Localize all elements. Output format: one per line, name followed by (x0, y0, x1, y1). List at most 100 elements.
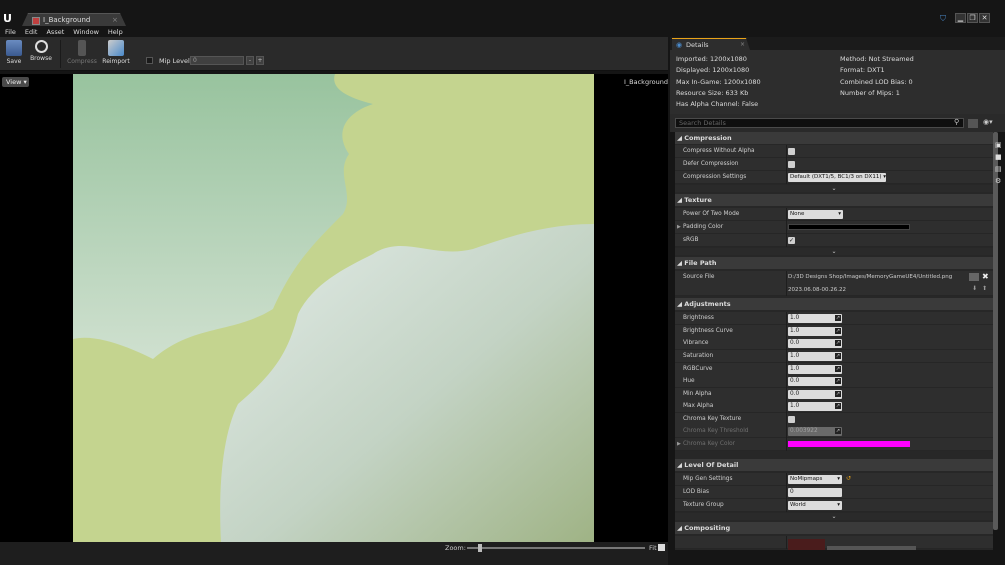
row-chroma-key-color: ▶ Chroma Key Color (675, 438, 993, 451)
video-icon[interactable]: ■ (995, 153, 1003, 161)
category-texture-label: Texture (684, 196, 712, 204)
menu-edit[interactable]: Edit (25, 28, 38, 36)
minimize-button[interactable]: ▁ (955, 13, 966, 23)
download-icon[interactable]: ⬇ (972, 285, 977, 292)
category-file-path[interactable]: ◢ File Path (675, 257, 993, 269)
property-name: Source File (683, 274, 715, 280)
eye-view-options-icon[interactable]: ◉▾ (983, 118, 993, 126)
mip-decrease-button[interactable]: - (246, 56, 254, 65)
save-button[interactable]: Save (1, 39, 27, 69)
search-details-input[interactable]: Search Details (675, 118, 964, 128)
clear-path-icon[interactable]: ✖ (982, 272, 989, 281)
vibrance-input[interactable]: 0.0 ↗ (788, 339, 842, 348)
category-lod[interactable]: ◢ Level Of Detail (675, 459, 993, 471)
category-compositing[interactable]: ◢ Compositing (675, 522, 993, 534)
zoom-slider-handle[interactable] (478, 544, 482, 552)
reset-icon[interactable]: ↗ (835, 315, 841, 321)
close-window-button[interactable]: ✕ (979, 13, 990, 23)
mip-increase-button[interactable]: + (256, 56, 264, 65)
brightness-input[interactable]: 1.0 ↗ (788, 314, 842, 323)
chroma-key-color-swatch[interactable] (788, 441, 910, 447)
reset-icon[interactable]: ↗ (835, 353, 841, 359)
reset-icon[interactable]: ↗ (835, 366, 841, 372)
folder-icon[interactable]: ▤ (995, 165, 1003, 173)
texture-name-label: I_Background (624, 78, 668, 86)
category-texture[interactable]: ◢ Texture (675, 194, 993, 206)
chroma-threshold-input[interactable]: 0.003922 ↗ (788, 427, 842, 436)
reset-icon[interactable]: ↗ (835, 391, 841, 397)
reset-icon[interactable]: ↗ (835, 428, 841, 434)
mip-gen-value: NoMipmaps (790, 476, 823, 482)
reset-icon[interactable]: ↗ (835, 340, 841, 346)
saturation-input[interactable]: 1.0 ↗ (788, 352, 842, 361)
expand-advanced-icon[interactable]: ⌄ (675, 185, 993, 192)
view-menu-button[interactable]: View ▾ (2, 77, 29, 87)
padding-color-swatch[interactable] (788, 224, 910, 230)
lod-bias-input[interactable]: 0 (788, 488, 842, 497)
defer-compression-checkbox[interactable] (788, 161, 795, 168)
mip-level-input[interactable]: 0 (190, 56, 244, 65)
row-mip-gen-settings: Mip Gen Settings NoMipmaps ▾ ↺ (675, 473, 993, 486)
composite-texture-thumbnail[interactable] (788, 539, 825, 550)
row-compositing-texture (675, 536, 993, 550)
close-tab-icon[interactable]: × (112, 16, 118, 24)
asset-tab[interactable]: I_Background × (22, 13, 126, 26)
mip-level-checkbox[interactable] (146, 57, 153, 64)
compress-without-alpha-checkbox[interactable] (788, 148, 795, 155)
property-name: Saturation (683, 353, 714, 359)
reset-icon[interactable]: ↗ (835, 378, 841, 384)
hue-input[interactable]: 0.0 ↗ (788, 377, 842, 386)
unreal-logo-icon[interactable]: U (3, 13, 13, 24)
max-alpha-input[interactable]: 1.0 ↗ (788, 402, 842, 411)
details-properties: ◢ Compression Compress Without Alpha Def… (675, 132, 993, 550)
property-matrix-icon[interactable] (968, 119, 978, 128)
reset-icon[interactable]: ↗ (835, 328, 841, 334)
reimport-button[interactable]: Reimport (102, 39, 130, 69)
chroma-key-texture-checkbox[interactable] (788, 416, 795, 423)
details-scrollbar[interactable] (993, 132, 998, 530)
expand-arrow-icon[interactable]: ▶ (677, 441, 681, 447)
menu-asset[interactable]: Asset (46, 28, 64, 36)
texture-group-dropdown[interactable]: World ▾ (788, 501, 842, 510)
upload-icon[interactable]: ⬆ (982, 285, 987, 292)
save-icon (6, 40, 22, 56)
mip-gen-dropdown[interactable]: NoMipmaps ▾ (788, 475, 842, 484)
reset-icon[interactable]: ↗ (835, 403, 841, 409)
camera-icon[interactable]: ▣ (995, 141, 1003, 149)
property-name: Vibrance (683, 340, 709, 346)
compression-settings-dropdown[interactable]: Default (DXT1/5, BC1/3 on DX11) ▾ (788, 173, 886, 182)
menu-window[interactable]: Window (73, 28, 99, 36)
min-alpha-input[interactable]: 0.0 ↗ (788, 390, 842, 399)
compress-button[interactable]: Compress (67, 39, 97, 69)
browse-button[interactable]: Browse (28, 39, 54, 69)
property-name: Padding Color (683, 224, 724, 230)
value: 1.0 (790, 328, 800, 334)
search-icon: ⚲ (954, 118, 960, 126)
composite-texture-picker[interactable] (827, 546, 916, 550)
srgb-checkbox[interactable]: ✓ (788, 237, 795, 244)
row-vibrance: Vibrance 0.0 ↗ (675, 337, 993, 350)
help-icon[interactable]: ⛉ (940, 14, 946, 24)
reset-to-default-icon[interactable]: ↺ (846, 475, 851, 482)
browse-file-icon[interactable] (969, 273, 979, 281)
fit-label: Fit (649, 544, 657, 552)
menu-help[interactable]: Help (108, 28, 123, 36)
menu-file[interactable]: File (5, 28, 16, 36)
fit-dropdown-icon[interactable] (658, 544, 665, 551)
expand-advanced-icon[interactable]: ⌄ (675, 248, 993, 255)
maximize-button[interactable]: ❐ (967, 13, 978, 23)
close-details-tab-icon[interactable]: × (740, 41, 745, 48)
gear-icon[interactable]: ⚙ (995, 177, 1003, 185)
expand-advanced-icon[interactable]: ⌄ (675, 513, 993, 520)
rgbcurve-input[interactable]: 1.0 ↗ (788, 365, 842, 374)
mip-level-label: Mip Level (159, 57, 190, 65)
chevron-down-icon: ▾ (837, 476, 840, 482)
category-compression[interactable]: ◢ Compression (675, 132, 993, 144)
expand-arrow-icon[interactable]: ▶ (677, 224, 681, 230)
brightness-curve-input[interactable]: 1.0 ↗ (788, 327, 842, 336)
compress-label: Compress (67, 58, 97, 65)
tab-details[interactable]: ◉ Details × (672, 38, 750, 50)
zoom-slider-track[interactable] (467, 547, 645, 549)
category-adjustments[interactable]: ◢ Adjustments (675, 298, 993, 310)
power-of-two-dropdown[interactable]: None ▾ (788, 210, 843, 219)
